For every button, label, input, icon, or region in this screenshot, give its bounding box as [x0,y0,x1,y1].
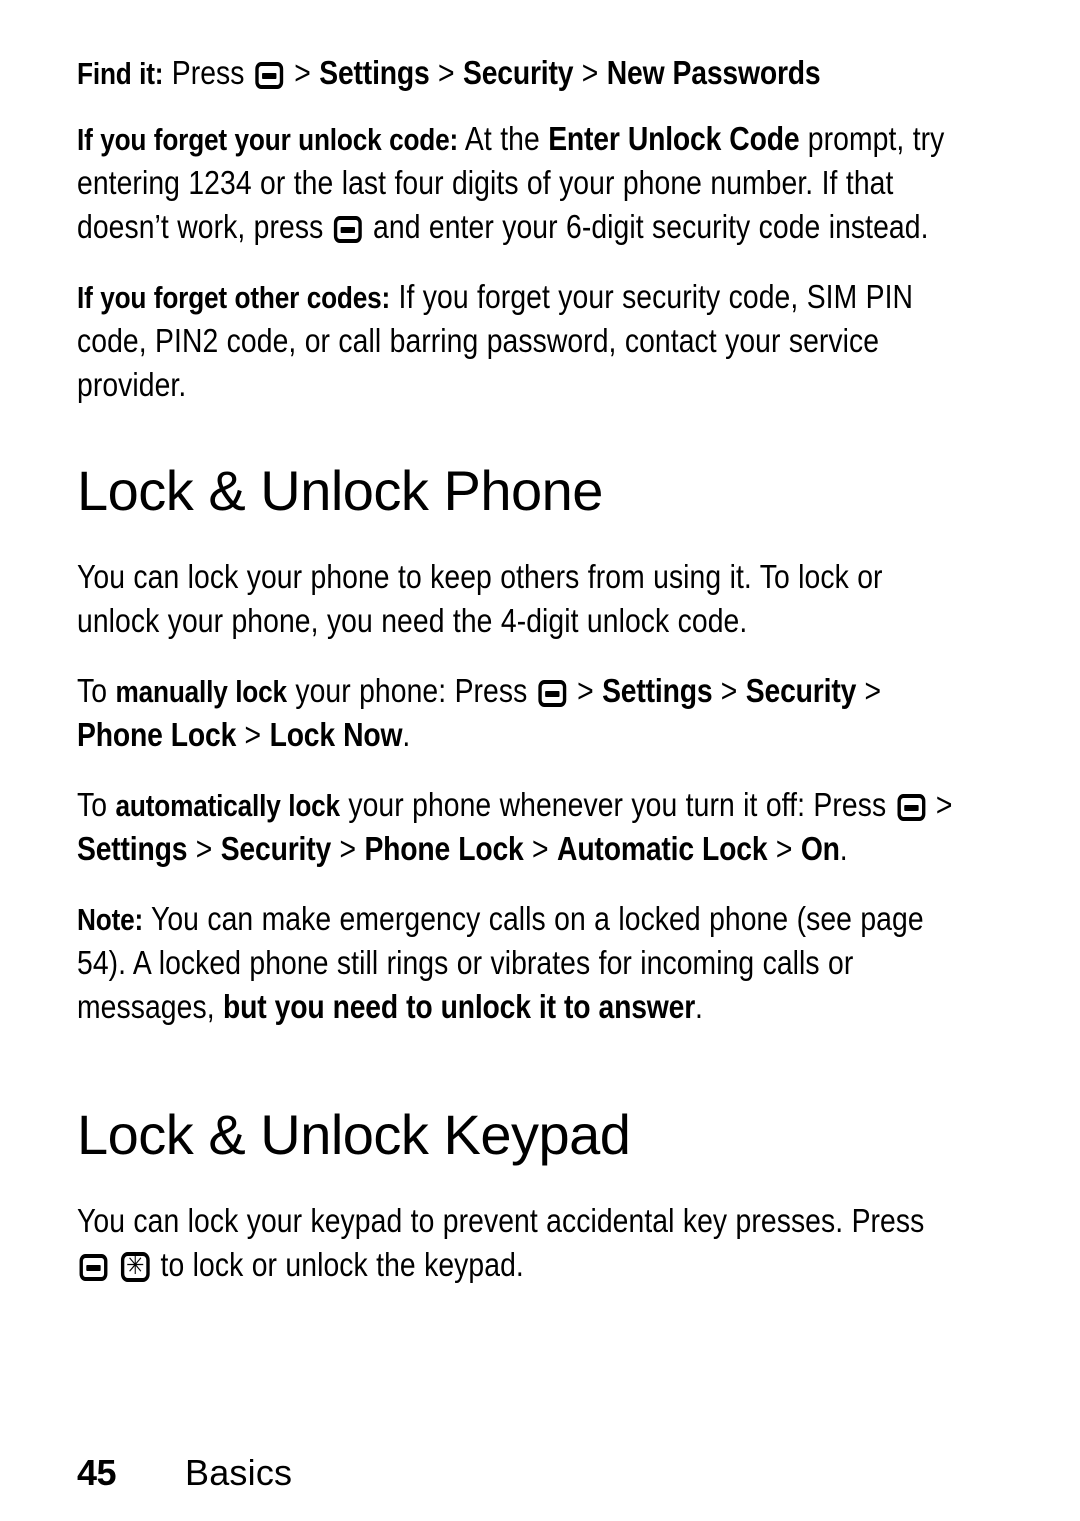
note-lead: Note: [77,902,144,937]
menu-key-bar [262,72,277,79]
find-it-path-security: Security [462,55,574,92]
path-separator: > [532,831,549,868]
forget-unlock-lead: If you forget your unlock code: [77,122,459,157]
keypad-intro-text-b: to lock or unlock the keypad. [160,1247,524,1284]
menu-key-icon [79,1254,108,1281]
manual-text-b: your phone: Press [295,673,528,710]
path-separator: > [437,55,455,92]
find-it-press: Press [171,55,245,92]
section-heading-lock-unlock-keypad: Lock & Unlock Keypad [77,1103,631,1166]
paragraph-note: Note: You can make emergency calls on a … [77,898,963,1030]
note-emphasis: but you need to unlock it to answer [223,989,696,1026]
manual-lock-lead: manually lock [115,674,287,709]
menu-key-bar [340,226,356,233]
path-separator: > [339,831,357,868]
find-it-path-new-passwords: New Passwords [606,55,821,92]
path-separator: > [581,55,599,92]
menu-key-icon [334,216,363,243]
manual-path-lock-now: Lock Now [269,717,403,754]
menu-key-icon [897,794,925,821]
path-separator: > [577,673,594,710]
keypad-intro-text-a: You can lock your keypad to prevent acci… [77,1203,925,1240]
path-separator: > [935,787,953,824]
paragraph-automatic-lock: To automatically lock your phone wheneve… [77,784,963,872]
note-text-b: . [695,989,703,1026]
path-separator: > [864,673,882,710]
automatic-period: . [839,831,848,868]
paragraph-forget-unlock-code: If you forget your unlock code: At the E… [77,118,963,250]
find-it-path-settings: Settings [319,55,430,92]
automatic-path-phone-lock: Phone Lock [364,831,524,868]
section-heading-keypad-block: Lock & Unlock Keypad [77,1104,963,1166]
automatic-path-on: On [800,831,840,868]
section-heading-phone-block: Lock & Unlock Phone [77,460,963,522]
manual-text-a: To [77,673,108,710]
manual-page: Find it: Press > Settings > Security > N… [0,0,1080,1521]
path-separator: > [195,831,213,868]
find-it-line: Find it: Press > Settings > Security > N… [77,52,963,96]
menu-key-icon [538,680,567,707]
automatic-path-settings: Settings [77,831,188,868]
page-content: Find it: Press > Settings > Security > N… [77,52,963,1314]
manual-period: . [402,717,411,754]
forget-unlock-text-a: At the [464,121,540,158]
menu-key-icon [255,62,284,89]
automatic-lock-lead: automatically lock [115,788,340,823]
footer-chapter-name: Basics [185,1452,293,1493]
paragraph-manual-lock: To manually lock your phone: Press > Set… [77,670,963,758]
star-key-glyph: ✳ [125,1251,145,1281]
footer-page-number: 45 [77,1452,117,1493]
menu-key-bar [86,1264,101,1271]
star-key-icon: ✳ [120,1251,150,1282]
automatic-text-b: your phone whenever you turn it off: Pre… [348,787,887,824]
path-separator: > [244,717,262,754]
path-separator: > [720,673,738,710]
paragraph-keypad-intro: You can lock your keypad to prevent acci… [77,1200,963,1288]
menu-key-bar [545,690,560,697]
path-separator: > [775,831,793,868]
menu-key-bar [903,804,919,811]
find-it-label: Find it: [77,56,164,91]
section-heading-lock-unlock-phone: Lock & Unlock Phone [77,459,603,522]
manual-path-settings: Settings [602,673,713,710]
paragraph-forget-other-codes: If you forget other codes: If you forget… [77,276,963,408]
phone-intro-text: You can lock your phone to keep others f… [77,559,883,640]
automatic-path-automatic-lock: Automatic Lock [557,831,768,868]
forget-unlock-text-c: and enter your 6-digit security code ins… [373,209,929,246]
page-footer: 45 Basics [77,1452,963,1494]
forget-other-lead: If you forget other codes: [77,280,391,315]
path-separator: > [294,55,311,92]
manual-path-phone-lock: Phone Lock [77,717,237,754]
manual-path-security: Security [745,673,857,710]
paragraph-phone-intro: You can lock your phone to keep others f… [77,556,963,644]
automatic-path-security: Security [220,831,332,868]
automatic-text-a: To [77,787,108,824]
enter-unlock-code-prompt: Enter Unlock Code [548,121,800,158]
